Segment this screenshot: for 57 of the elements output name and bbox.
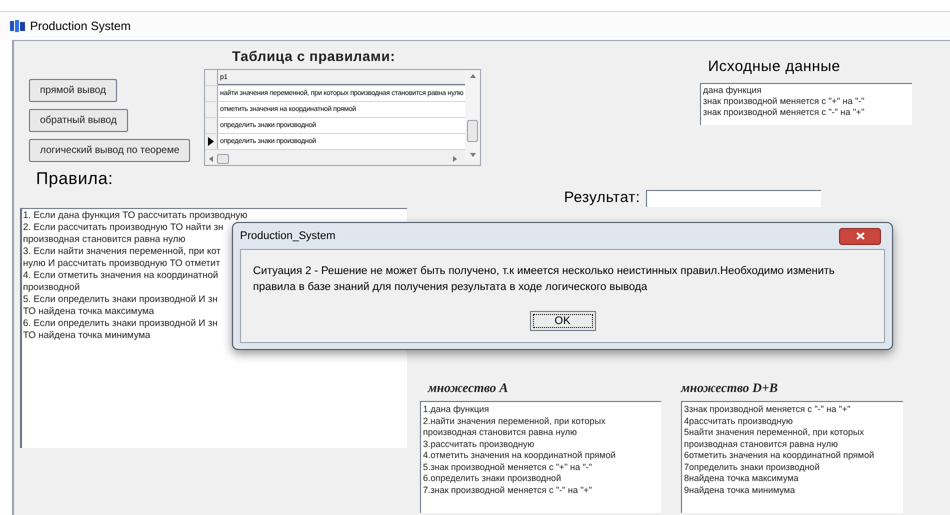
rule-line: производная становится равна нулю — [23, 234, 186, 246]
rule-line: 1. Если дана функция ТО рассчитать производную — [23, 210, 248, 222]
text-line: 5.знак производной меняется с "+" на "-" — [423, 462, 593, 473]
command-button[interactable]: прямой вывод — [29, 79, 117, 102]
close-icon — [856, 232, 864, 240]
rule-line: 2. Если рассчитать производную ТО найти зн — [23, 222, 224, 234]
dialog-title: Production_System — [240, 228, 336, 244]
scroll-right-icon[interactable] — [453, 156, 457, 162]
scrollbar-thumb[interactable] — [467, 120, 478, 142]
set-label: множество D+B — [681, 378, 779, 396]
text-box[interactable]: дана функция знак производной меняется с "+" на "-" знак производной меняется с "-" на "+" — [700, 82, 912, 124]
rule-line: ТО найдена точка максимума — [23, 306, 154, 318]
text-line: 3знак производной меняется с "-" на "+" — [684, 404, 852, 416]
text-box[interactable] — [420, 401, 661, 513]
text-line: 6отметить значения на координатной прямой — [684, 450, 876, 462]
text-line: 4рассчитать производную — [684, 416, 794, 427]
set-label: множество A — [428, 378, 510, 396]
result-label: Результат: — [564, 188, 640, 208]
scroll-down-icon[interactable] — [470, 153, 476, 157]
text-line: 1.дана функция — [423, 404, 490, 416]
text-line: 3.рассчитать производную — [423, 438, 536, 450]
table-title: Таблица с правилами: — [232, 47, 396, 66]
scroll-up-icon[interactable] — [470, 74, 476, 78]
rule-line: 6. Если определить знаки производной И зн — [23, 318, 218, 330]
text-line: знак производной меняется с "-" на "+" — [703, 106, 866, 118]
close-button[interactable] — [839, 228, 881, 244]
rule-line: ТО найдена точка минимума — [23, 330, 150, 342]
text-line: 6.определить знаки производной — [423, 473, 562, 484]
section-title: Исходные данные — [708, 57, 842, 77]
rule-line: производной — [23, 282, 80, 294]
text-line: 2.найти значения переменной, при которых — [423, 416, 606, 427]
rules-label: Правила: — [36, 168, 114, 190]
rule-line: 5. Если определить знаки производной И зн — [23, 294, 218, 306]
text-line: 8найдена точка максимума — [684, 473, 800, 484]
text-line: 7определить знаки производной — [684, 462, 821, 473]
result-field[interactable] — [646, 190, 822, 207]
row-indicator-icon[interactable] — [205, 134, 218, 149]
text-line: производная становится равна нулю — [684, 438, 839, 450]
text-line: дана функция — [703, 84, 762, 96]
scrollbar-thumb[interactable] — [217, 154, 229, 164]
command-button[interactable]: обратный вывод — [29, 109, 128, 132]
window-title: Production System — [30, 18, 131, 35]
text-line: 9найдена точка минимума — [684, 484, 796, 496]
ok-button[interactable]: OK — [530, 311, 596, 331]
app-icon — [10, 20, 26, 32]
text-line: производная становится равна нулю — [423, 427, 578, 438]
rule-line: 4. Если отметить значения на координатной — [23, 270, 218, 282]
text-box[interactable] — [681, 401, 903, 513]
scroll-left-icon[interactable] — [209, 156, 213, 162]
rule-line: нулю И рассчитать производную ТО отметит — [23, 258, 220, 270]
text-line: знак производной меняется с "+" на "-" — [703, 96, 866, 106]
rule-line: 3. Если найти значения переменной, при кот — [23, 246, 221, 258]
command-button[interactable]: логический вывод по теореме — [29, 139, 190, 162]
dialog-message: Ситуация 2 - Решение не может быть получено, т.к имеется несколько неистинных правил.Необходимо изменить правила в базе знаний для получения результата в ходе логического вывода — [253, 264, 836, 295]
text-line: 5найти значения переменной, при которых — [684, 427, 865, 438]
text-line: 4.отметить значения на координатной прямой — [423, 450, 617, 462]
text-line: 7.знак производной меняется с "-" на "+" — [423, 484, 593, 496]
